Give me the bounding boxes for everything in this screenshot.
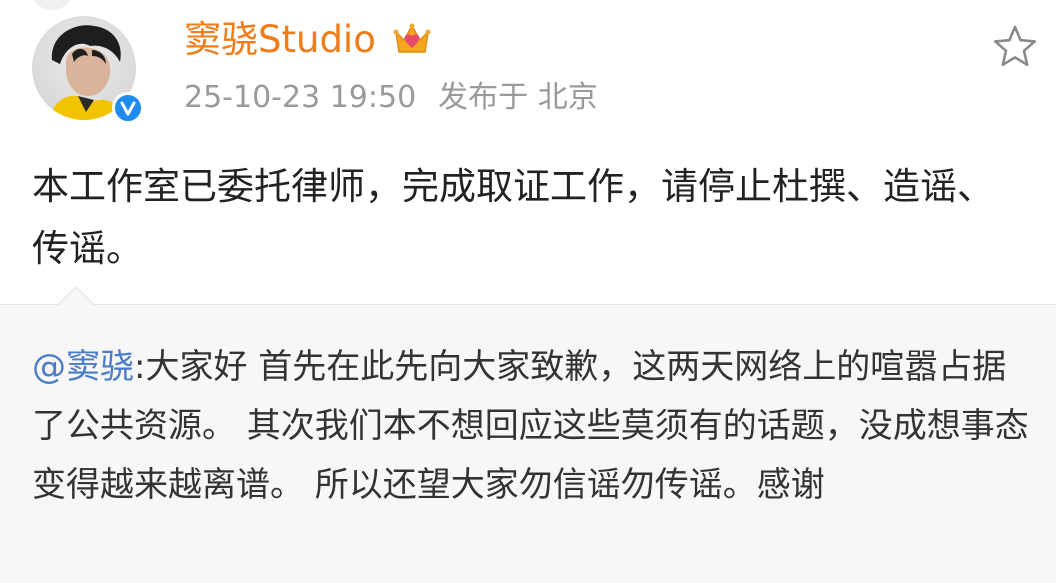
post-location: 发布于 北京 (438, 80, 598, 115)
crown-icon (392, 20, 432, 58)
post-meta: 25-10-23 19:50 发布于 北京 (184, 80, 598, 116)
mention-link[interactable]: @窦骁 (32, 347, 134, 387)
quoted-text: :大家好 首先在此先向大家致歉，这两天网络上的喧嚣占据了公共资源。 其次我们本不… (32, 347, 1029, 505)
author-name[interactable]: 窦骁Studio (184, 18, 376, 62)
star-icon[interactable] (992, 24, 1038, 68)
post-body: 本工作室已委托律师，完成取证工作，请停止杜撰、造谣、传谣。 (32, 165, 994, 270)
avatar[interactable] (32, 16, 148, 124)
post-timestamp: 25-10-23 19:50 (184, 80, 417, 115)
quoted-post-body: @窦骁:大家好 首先在此先向大家致歉，这两天网络上的喧嚣占据了公共资源。 其次我… (32, 338, 1032, 515)
corner-circle (30, 0, 74, 10)
quote-notch-inner (59, 288, 93, 305)
verified-badge-icon (112, 92, 144, 124)
weibo-post-card: 窦骁Studio 25-10-23 19:50 发布于 北京 本工作室已委托律师，… (0, 0, 1056, 583)
